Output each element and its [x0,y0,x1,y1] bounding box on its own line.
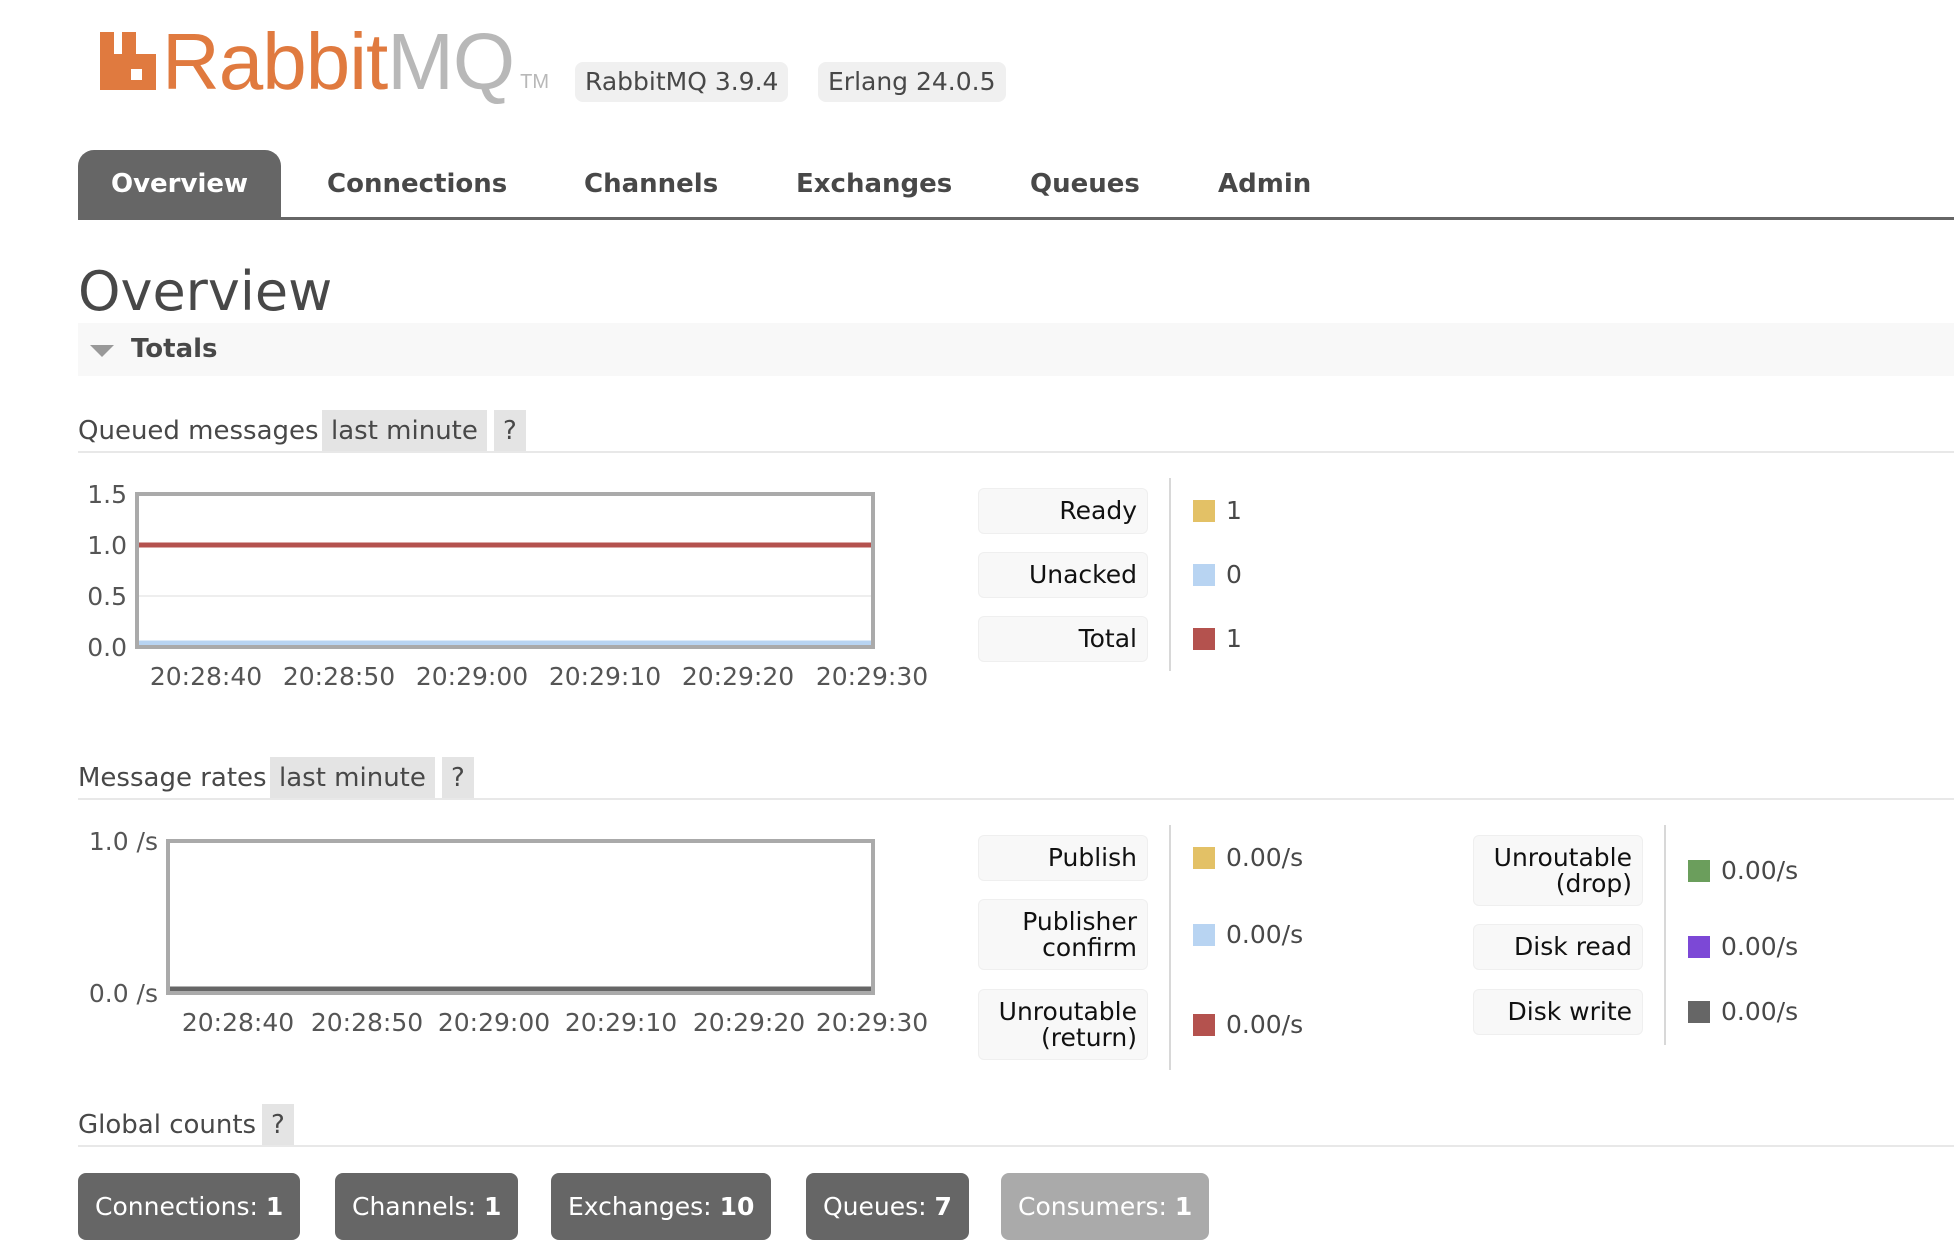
legend-label-unroutable-return[interactable]: Unroutable (return) [978,989,1148,1060]
legend-label-text: Disk read [1514,932,1632,961]
legend-separator [1169,825,1171,1070]
legend-value: 0.00/s [1226,1009,1304,1039]
legend-swatch [1193,847,1215,869]
legend-value: 0.00/s [1226,919,1304,949]
count-label: Queues: [823,1192,927,1221]
global-counts-title: Global counts [78,1110,257,1140]
count-label: Connections: [95,1192,258,1221]
x-tick-label: 20:29:00 [438,1008,550,1037]
connections-count-button[interactable]: Connections: 1 [78,1173,301,1240]
x-tick-label: 20:28:40 [182,1008,294,1037]
legend-label-text: Unroutable (drop) [1493,842,1632,898]
legend-swatch [1688,1001,1710,1023]
channels-count-button[interactable]: Channels: 1 [335,1173,519,1240]
legend-label-disk-write[interactable]: Disk write [1473,989,1643,1035]
count-value: 1 [1174,1192,1193,1221]
count-label: Consumers: [1018,1192,1167,1221]
legend-value: 0.00/s [1721,932,1799,961]
x-tick-label: 20:28:50 [311,1008,423,1037]
legend-label-publisher-confirm[interactable]: Publisher confirm [978,899,1148,970]
count-value: 7 [934,1192,952,1221]
message-rates-chart: 0.0 /s 1.0 /s 20:28:40 20:28:50 20:29:00 20:2… [89,827,928,1037]
legend-separator [1664,825,1666,1045]
x-tick-label: 20:29:20 [693,1008,805,1037]
legend-label-publish[interactable]: Publish [978,835,1148,881]
queues-count-button[interactable]: Queues: 7 [806,1173,969,1240]
consumers-count-button[interactable]: Consumers: 1 [1001,1173,1210,1240]
x-tick-label: 20:29:30 [816,1008,928,1037]
legend-label-text: Publish [1047,843,1137,872]
legend-label-disk-read[interactable]: Disk read [1473,924,1643,970]
legend-value: 0.00/s [1721,855,1799,885]
legend-label-text: Unroutable (return) [998,996,1137,1052]
exchanges-count-button[interactable]: Exchanges: 10 [551,1173,772,1240]
count-value: 1 [484,1192,502,1221]
legend-swatch [1688,859,1710,882]
y-tick-label: 1.0 /s [89,827,158,856]
legend-value: 0.00/s [1226,843,1304,872]
legend-label-text: Disk write [1507,997,1633,1026]
x-tick-label: 20:29:10 [565,1008,677,1037]
count-label: Channels: [352,1192,477,1221]
y-tick-label: 0.0 /s [89,979,158,1008]
global-help-button[interactable]: ? [262,1104,294,1145]
legend-value: 0.00/s [1721,997,1799,1026]
count-label: Exchanges: [568,1192,712,1221]
legend-swatch [1688,936,1710,958]
plot-area [168,841,873,993]
legend-label-text: Publisher confirm [1022,906,1137,962]
legend-label-unroutable-drop[interactable]: Unroutable (drop) [1473,835,1643,906]
global-counts-header: Global counts ? [78,1104,1954,1147]
count-value: 10 [719,1192,755,1221]
legend-swatch [1193,923,1215,946]
count-value: 1 [265,1192,284,1221]
legend-swatch [1193,1013,1215,1036]
